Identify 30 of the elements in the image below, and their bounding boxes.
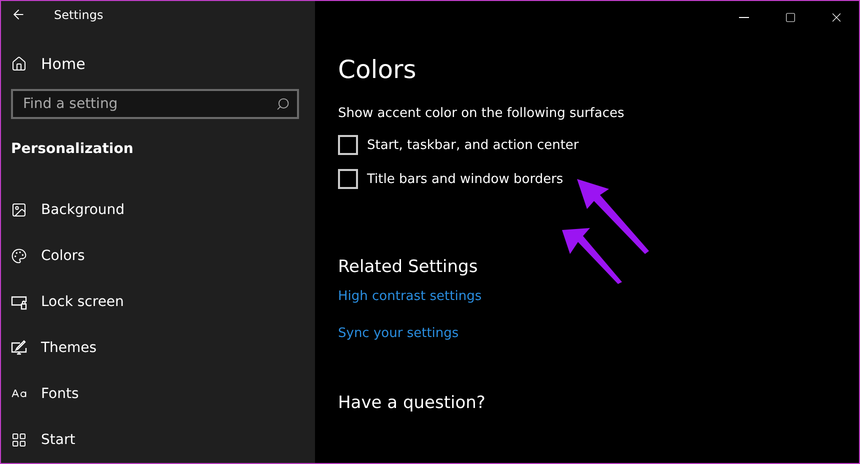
picture-icon: [11, 202, 27, 218]
checkbox[interactable]: [338, 135, 358, 155]
nav-item[interactable]: Lock screen: [11, 279, 124, 325]
checkbox[interactable]: [338, 169, 358, 189]
section-heading: Related Settings: [338, 257, 478, 277]
accent-heading: Show accent color on the following surfaces: [338, 106, 624, 121]
monitor-brush-icon: [11, 340, 27, 356]
search-field[interactable]: Find a setting: [11, 88, 299, 119]
nav-item[interactable]: Fonts: [11, 371, 79, 417]
settings-link[interactable]: High contrast settings: [338, 289, 482, 304]
nav-item[interactable]: Themes: [11, 325, 97, 371]
back-button[interactable]: [11, 7, 26, 22]
maximize-icon: [784, 12, 796, 22]
section-heading: Personalization: [11, 140, 134, 159]
grid-icon: [11, 432, 27, 448]
nav-item[interactable]: Start: [11, 417, 76, 463]
nav-item[interactable]: Colors: [11, 233, 85, 279]
home-nav-item[interactable]: Home: [11, 48, 86, 79]
page-title: Colors: [338, 55, 416, 84]
settings-link[interactable]: Sync your settings: [338, 326, 459, 341]
palette-icon: [11, 248, 27, 264]
search-icon: [276, 96, 290, 111]
minimize-icon: [739, 16, 749, 18]
section-heading: Have a question?: [338, 393, 486, 413]
window-title: Settings: [54, 8, 104, 22]
home-icon: [11, 56, 27, 72]
checkbox-label: Title bars and window borders: [367, 172, 564, 186]
lock-screen-icon: [11, 294, 27, 310]
checkbox-label: Start, taskbar, and action center: [367, 138, 579, 152]
nav-item[interactable]: Background: [11, 187, 125, 233]
